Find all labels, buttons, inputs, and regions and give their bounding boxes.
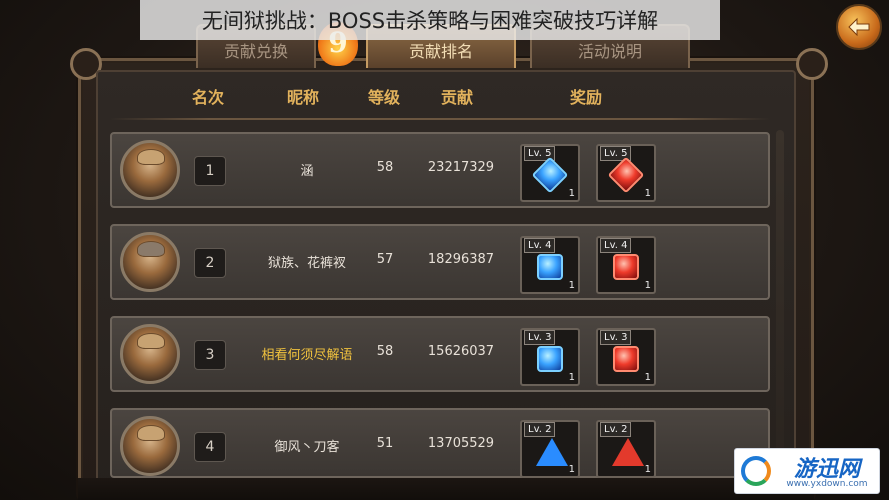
page-title: 无间狱挑战：BOSS击杀策略与困难突破技巧详解 (140, 0, 720, 40)
ranking-row: 4 御风丶刀客 51 13705529 Lv. 2 1 Lv. 2 1 (110, 408, 770, 478)
player-contribution: 23217329 (427, 160, 495, 175)
reward-quantity: 1 (644, 372, 651, 383)
player-avatar[interactable] (120, 232, 180, 292)
reward-level: Lv. 3 (600, 330, 632, 345)
reward-level: Lv. 2 (600, 422, 632, 437)
swoosh-logo-icon (741, 456, 771, 486)
helmet-icon (137, 241, 165, 257)
reward-item-blue-gem[interactable]: Lv. 5 1 (520, 144, 580, 202)
player-name: 涵 (300, 164, 314, 179)
reward-quantity: 1 (568, 188, 575, 199)
player-contribution: 15626037 (427, 344, 495, 359)
reward-quantity: 1 (568, 372, 575, 383)
red-diamond-gem-icon (607, 156, 645, 194)
hat-icon (137, 333, 165, 349)
player-name: 御风丶刀客 (274, 440, 340, 455)
column-header-contribution: 贡献 (441, 88, 474, 107)
hat-icon (137, 149, 165, 165)
column-header-rank: 名次 (192, 88, 225, 107)
player-level: 57 (376, 252, 394, 267)
column-header-level: 等级 (368, 88, 401, 107)
rank-badge: 4 (194, 432, 226, 462)
rank-badge: 3 (194, 340, 226, 370)
back-button[interactable] (836, 4, 882, 50)
reward-level: Lv. 4 (600, 238, 632, 253)
column-header-nickname: 昵称 (287, 88, 320, 107)
reward-item-blue-gem[interactable]: Lv. 2 1 (520, 420, 580, 478)
watermark-url: www.yxdown.com (786, 479, 868, 489)
header-divider (110, 118, 770, 120)
reward-level: Lv. 3 (524, 330, 556, 345)
reward-level: Lv. 4 (524, 238, 556, 253)
rank-badge: 1 (194, 156, 226, 186)
ranking-row: 1 涵 58 23217329 Lv. 5 1 Lv. 5 1 (110, 132, 770, 208)
reward-quantity: 1 (568, 464, 575, 475)
red-square-gem-icon (613, 346, 639, 372)
player-avatar[interactable] (120, 416, 180, 476)
reward-item-red-gem[interactable]: Lv. 2 1 (596, 420, 656, 478)
player-contribution: 13705529 (427, 436, 495, 451)
reward-quantity: 1 (644, 188, 651, 199)
ranking-row: 2 狱族、花裤衩 57 18296387 Lv. 4 1 Lv. 4 1 (110, 224, 770, 300)
reward-quantity: 1 (644, 464, 651, 475)
red-square-gem-icon (613, 254, 639, 280)
reward-item-red-gem[interactable]: Lv. 3 1 (596, 328, 656, 386)
hat-icon (137, 425, 165, 441)
player-level: 51 (376, 436, 394, 451)
rank-badge: 2 (194, 248, 226, 278)
reward-item-blue-gem[interactable]: Lv. 4 1 (520, 236, 580, 294)
player-name: 相看何须尽解语 (261, 348, 353, 363)
back-arrow-icon (848, 17, 870, 37)
player-name: 狱族、花裤衩 (267, 256, 346, 271)
column-header-reward: 奖励 (570, 88, 603, 107)
watermark-logo: 游迅网 www.yxdown.com (734, 448, 880, 494)
red-triangle-gem-icon (612, 438, 644, 466)
reward-item-red-gem[interactable]: Lv. 4 1 (596, 236, 656, 294)
blue-square-gem-icon (537, 346, 563, 372)
reward-level: Lv. 2 (524, 422, 556, 437)
player-level: 58 (376, 160, 394, 175)
player-contribution: 18296387 (427, 252, 495, 267)
frame-ornament (796, 48, 828, 80)
blue-triangle-gem-icon (536, 438, 568, 466)
reward-item-red-gem[interactable]: Lv. 5 1 (596, 144, 656, 202)
blue-diamond-gem-icon (531, 156, 569, 194)
game-screen: 贡献兑换 贡献排名 活动说明 9 名次 昵称 等级 贡献 奖励 1 涵 58 2… (0, 0, 889, 500)
player-avatar[interactable] (120, 324, 180, 384)
player-level: 58 (376, 344, 394, 359)
reward-quantity: 1 (644, 280, 651, 291)
blue-square-gem-icon (537, 254, 563, 280)
reward-item-blue-gem[interactable]: Lv. 3 1 (520, 328, 580, 386)
bottom-frame-edge (78, 478, 814, 500)
list-scrollbar[interactable] (776, 130, 784, 460)
ranking-row: 3 相看何须尽解语 58 15626037 Lv. 3 1 Lv. 3 1 (110, 316, 770, 392)
reward-quantity: 1 (568, 280, 575, 291)
player-avatar[interactable] (120, 140, 180, 200)
